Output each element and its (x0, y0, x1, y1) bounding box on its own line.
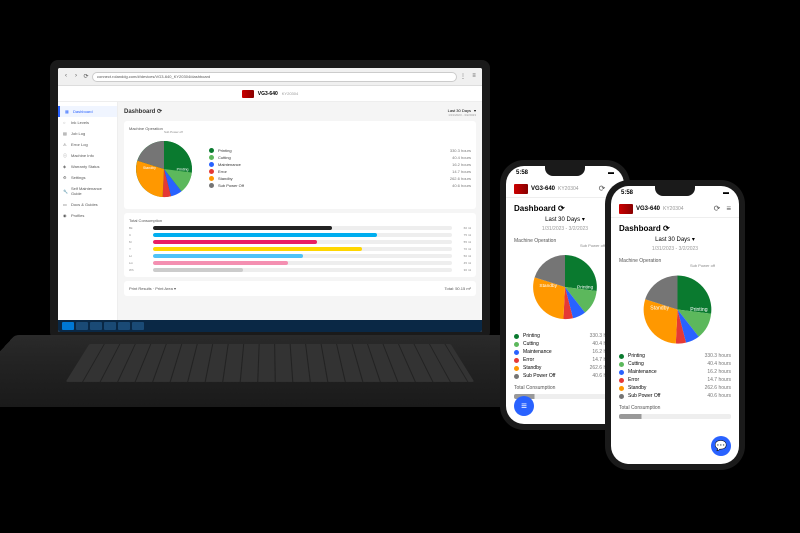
svg-text:Printing: Printing (690, 307, 707, 313)
legend-row: Cutting40.4 hours (514, 341, 616, 347)
laptop-screen: ‹ › ⟳ connect.rolanddg.com/#/devices/VG3… (50, 60, 490, 340)
app-header: VG3-640 KY20304 (58, 86, 482, 102)
svg-text:Standby: Standby (650, 306, 669, 312)
legend-row: Maintenance16.2 hours (619, 369, 731, 375)
menu-icon[interactable]: ≡ (726, 204, 731, 213)
sidebar-item-machine[interactable]: ⓘMachine Info (58, 150, 117, 161)
back-icon[interactable]: ‹ (62, 73, 70, 81)
ink-bar-row: Wh30 ml (129, 268, 471, 272)
ink-bar-row: Y70 ml (129, 247, 471, 251)
fab-button[interactable]: ≡ (514, 396, 534, 416)
svg-text:Standby: Standby (143, 166, 156, 170)
period-selector[interactable]: Last 30 Days ▾ (619, 236, 731, 243)
legend-row: Standby262.6 hours (209, 176, 471, 181)
brand-logo (242, 90, 254, 98)
legend-row: Maintenance16.2 hours (514, 349, 616, 355)
svg-text:Standby: Standby (539, 283, 557, 289)
phone-notch (655, 186, 695, 196)
phone-device-2: 5:58▬ VG3-640KY20304 ⟳≡ Dashboard ⟳ Last… (605, 180, 745, 470)
windows-taskbar[interactable] (58, 320, 482, 332)
sidebar-item-dashboard[interactable]: ▦Dashboard (58, 106, 117, 117)
legend-row: Standby262.6 hours (514, 365, 616, 371)
browser-chrome: ‹ › ⟳ connect.rolanddg.com/#/devices/VG3… (58, 68, 482, 86)
sidebar-item-errorlog[interactable]: ⚠Error Log (58, 139, 117, 150)
legend-row: Error14.7 hours (514, 357, 616, 363)
pie-chart: Sub Power off Printing Standby (635, 267, 715, 347)
legend-row: Sub Power Off40.6 hours (209, 183, 471, 188)
ext-icon[interactable]: ⋮ (459, 73, 467, 81)
legend: Printing330.3 hours Cutting40.4 hours Main… (619, 353, 731, 399)
page-title: Dashboard ⟳ (619, 224, 731, 233)
legend-row: Printing330.3 hours (514, 333, 616, 339)
print-results-card: Print Results · Print Area ▾ Total: 50.1… (124, 281, 476, 296)
legend-row: Error14.7 hours (619, 377, 731, 383)
url-bar[interactable]: connect.rolanddg.com/#/devices/VG3-640_K… (92, 72, 457, 82)
legend-row: Cutting40.4 hours (619, 361, 731, 367)
sidebar-item-maintenance[interactable]: 🔧Self Maintenance Guide (58, 183, 117, 199)
menu-icon[interactable]: ≡ (470, 73, 478, 81)
sidebar-item-ink[interactable]: ◌Ink Levels (58, 117, 117, 128)
svg-text:Printing: Printing (577, 285, 594, 291)
legend-row: Standby262.6 hours (619, 385, 731, 391)
ink-bar-row: Lc50 ml (129, 254, 471, 258)
phone-app-header: VG3-640KY20304 ⟳≡ (611, 200, 739, 218)
refresh-icon[interactable]: ⟳ (714, 204, 721, 213)
laptop-device: ‹ › ⟳ connect.rolanddg.com/#/devices/VG3… (50, 60, 490, 380)
sidebar-item-settings[interactable]: ⚙Settings (58, 172, 117, 183)
refresh-icon[interactable]: ⟳ (599, 184, 606, 193)
legend-row: Cutting40.4 hours (209, 155, 471, 160)
device-model: VG3-640 (258, 91, 278, 97)
sidebar: ▦Dashboard ◌Ink Levels ▤Job Log ⚠Error L… (58, 102, 118, 320)
legend-row: Sub Power Off40.6 hours (514, 373, 616, 379)
legend-row: Error14.7 hours (209, 169, 471, 174)
total-consumption-card: Total Consumption Bk60 mlC75 mlM55 mlY70… (124, 213, 476, 277)
period-selector[interactable]: Last 30 Days ▾ (514, 216, 616, 223)
phone-notch (545, 166, 585, 176)
legend-row: Printing330.3 hours (619, 353, 731, 359)
ink-bar-row: Bk60 ml (129, 226, 471, 230)
consumption-bar (619, 414, 731, 419)
sidebar-item-joblog[interactable]: ▤Job Log (58, 128, 117, 139)
reload-icon[interactable]: ⟳ (82, 73, 90, 81)
svg-text:Printing: Printing (177, 167, 189, 171)
sidebar-item-warranty[interactable]: ◈Warranty Status (58, 161, 117, 172)
period-selector[interactable]: Last 30 Days ▾ 1/31/2023 - 3/2/2023 (448, 108, 476, 117)
device-serial: KY20304 (282, 91, 298, 96)
ink-bar-row: M55 ml (129, 240, 471, 244)
ink-bar-row: C75 ml (129, 233, 471, 237)
pie-chart: Sub Power off Printing Standby (525, 247, 605, 327)
legend: Printing330.3 hours Cutting40.4 hours Main… (209, 148, 471, 190)
page-title: Dashboard ⟳ (124, 108, 162, 115)
ink-bar-row: Lm45 ml (129, 261, 471, 265)
sidebar-item-docs[interactable]: ▭Docs & Guides (58, 199, 117, 210)
legend: Printing330.3 hours Cutting40.4 hours Main… (514, 333, 616, 379)
page-title: Dashboard ⟳ (514, 204, 616, 213)
main-content: Dashboard ⟳ Last 30 Days ▾ 1/31/2023 - 3… (118, 102, 482, 320)
legend-row: Sub Power Off40.6 hours (619, 393, 731, 399)
legend-row: Maintenance16.2 hours (209, 162, 471, 167)
sidebar-item-profiles[interactable]: ◉Profiles (58, 210, 117, 221)
chat-fab[interactable]: 💬 (711, 436, 731, 456)
pie-chart: Sub Power off Printing (129, 134, 199, 204)
machine-operation-card: Machine Operation Sub Power off (124, 121, 476, 209)
legend-row: Printing330.3 hours (209, 148, 471, 153)
forward-icon[interactable]: › (72, 73, 80, 81)
